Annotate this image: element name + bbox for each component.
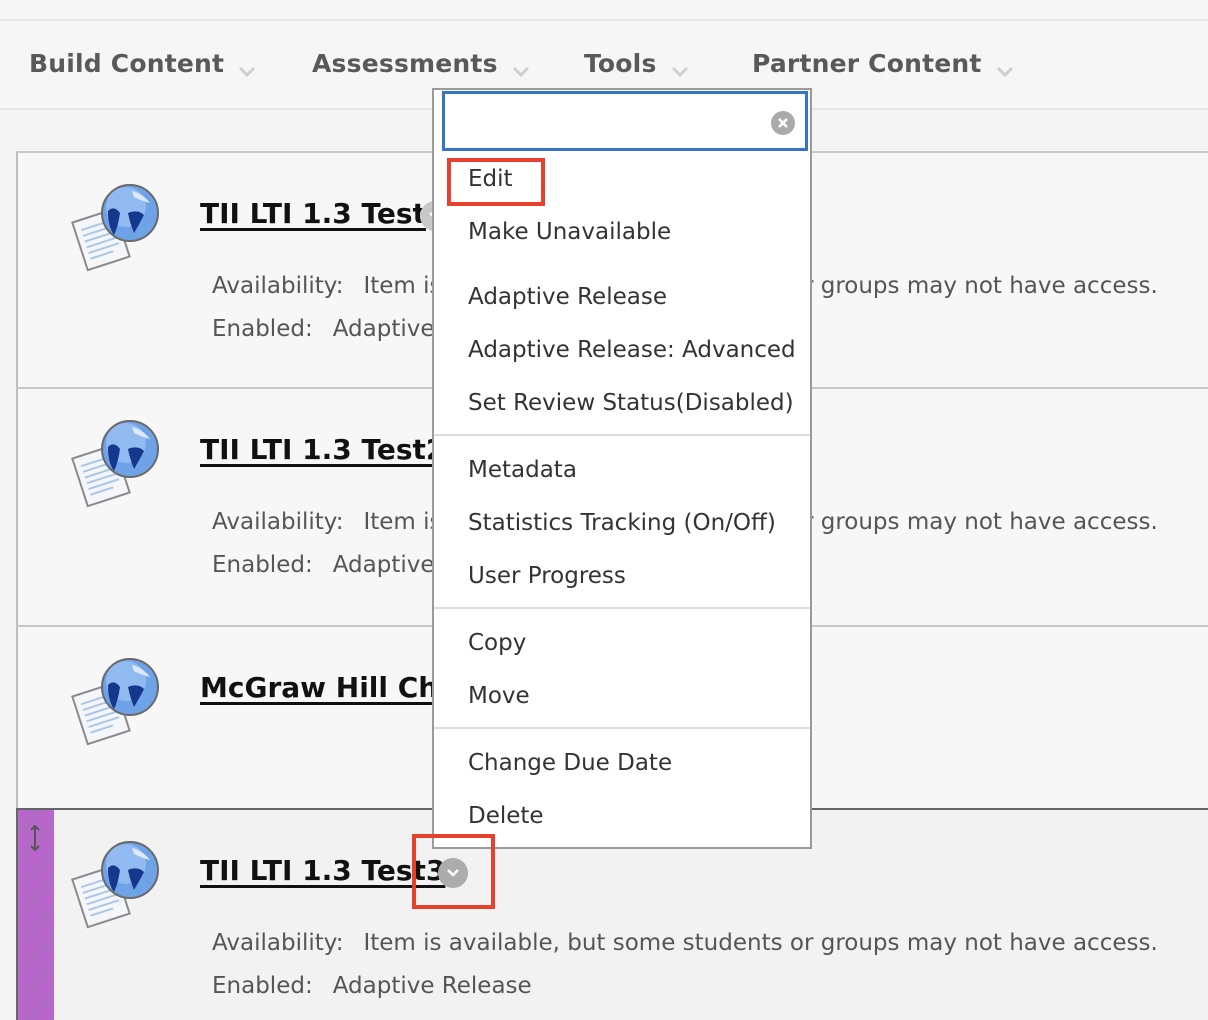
item-title-link[interactable]: TII LTI 1.3 Test	[200, 197, 426, 230]
menu-search-field[interactable]	[442, 91, 808, 151]
menu-item-statistics-tracking[interactable]: Statistics Tracking (On/Off)	[468, 510, 776, 536]
enabled-label: Enabled:	[212, 552, 313, 578]
build-content-label: Build Content	[29, 49, 225, 78]
item-title-link[interactable]: McGraw Hill Ch	[200, 671, 438, 704]
item-title-link[interactable]: TII LTI 1.3 Test2	[200, 433, 445, 466]
drag-handle[interactable]	[18, 810, 54, 1020]
web-link-globe-document-icon	[70, 657, 162, 749]
menu-item-move[interactable]: Move	[468, 683, 530, 709]
menu-item-edit[interactable]: Edit	[468, 166, 513, 192]
chevron-down-icon	[671, 55, 689, 77]
item-details: Availability: Item is available, but some…	[212, 922, 1158, 1008]
menu-item-adaptive-release-advanced[interactable]: Adaptive Release: Advanced	[468, 337, 796, 363]
menu-divider	[434, 607, 810, 609]
enabled-value: Adaptive Release	[332, 973, 532, 999]
menu-divider	[434, 434, 810, 436]
item-context-menu: Edit Make Unavailable Adaptive Release A…	[432, 88, 812, 849]
availability-label: Availability:	[212, 930, 344, 956]
partner-content-label: Partner Content	[752, 49, 982, 78]
web-link-globe-document-icon	[70, 840, 162, 932]
assessments-menu[interactable]: Assessments	[312, 49, 530, 78]
item-options-button[interactable]	[438, 858, 468, 888]
menu-item-make-unavailable[interactable]: Make Unavailable	[468, 219, 671, 245]
tools-menu[interactable]: Tools	[584, 49, 689, 78]
menu-item-metadata[interactable]: Metadata	[468, 457, 577, 483]
availability-label: Availability:	[212, 509, 344, 535]
clear-search-button[interactable]	[771, 111, 795, 135]
availability-value: Item is available, but some students or …	[363, 930, 1158, 956]
chevron-down-icon	[512, 55, 530, 77]
menu-item-adaptive-release[interactable]: Adaptive Release	[468, 284, 667, 310]
menu-search-input[interactable]	[445, 94, 755, 146]
close-icon	[778, 118, 788, 128]
enabled-label: Enabled:	[212, 973, 313, 999]
top-strip	[0, 0, 1208, 21]
item-title-link[interactable]: TII LTI 1.3 Test3	[200, 854, 445, 887]
availability-label: Availability:	[212, 273, 344, 299]
chevron-down-icon	[447, 869, 459, 877]
build-content-menu[interactable]: Build Content	[29, 49, 256, 78]
move-vertical-icon	[30, 824, 40, 852]
web-link-globe-document-icon	[70, 183, 162, 275]
chevron-down-icon	[996, 55, 1014, 77]
menu-item-change-due-date[interactable]: Change Due Date	[468, 750, 672, 776]
web-link-globe-document-icon	[70, 419, 162, 511]
chevron-down-icon	[238, 55, 256, 77]
menu-item-copy[interactable]: Copy	[468, 630, 526, 656]
menu-item-user-progress[interactable]: User Progress	[468, 563, 626, 589]
menu-item-set-review-status[interactable]: Set Review Status(Disabled)	[468, 390, 794, 416]
tools-label: Tools	[584, 49, 657, 78]
assessments-label: Assessments	[312, 49, 498, 78]
partner-content-menu[interactable]: Partner Content	[752, 49, 1014, 78]
enabled-label: Enabled:	[212, 316, 313, 342]
menu-divider	[434, 727, 810, 729]
menu-item-delete[interactable]: Delete	[468, 803, 544, 829]
